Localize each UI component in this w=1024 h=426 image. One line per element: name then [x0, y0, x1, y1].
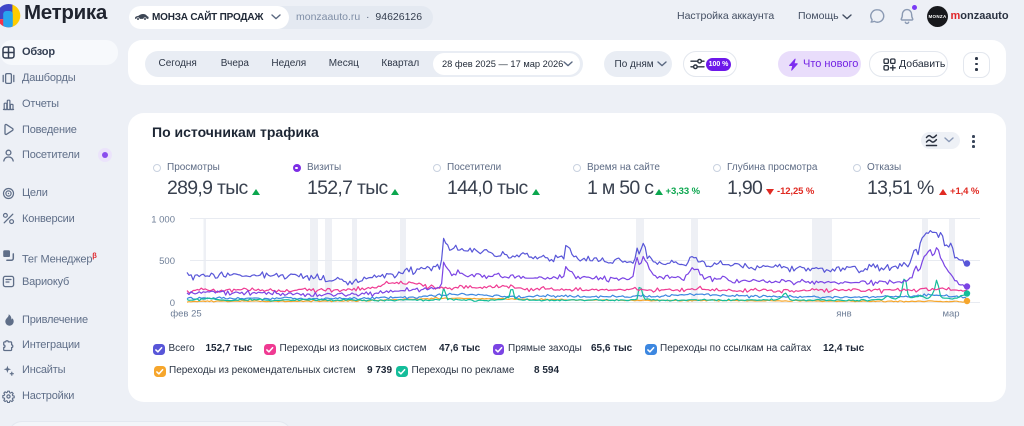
svg-text:500: 500: [159, 256, 175, 267]
svg-text:мар: мар: [942, 309, 959, 320]
svg-text:янв: янв: [836, 309, 851, 320]
svg-text:1 000: 1 000: [151, 215, 175, 226]
svg-text:фев 25: фев 25: [170, 309, 201, 320]
svg-text:0: 0: [170, 298, 175, 309]
